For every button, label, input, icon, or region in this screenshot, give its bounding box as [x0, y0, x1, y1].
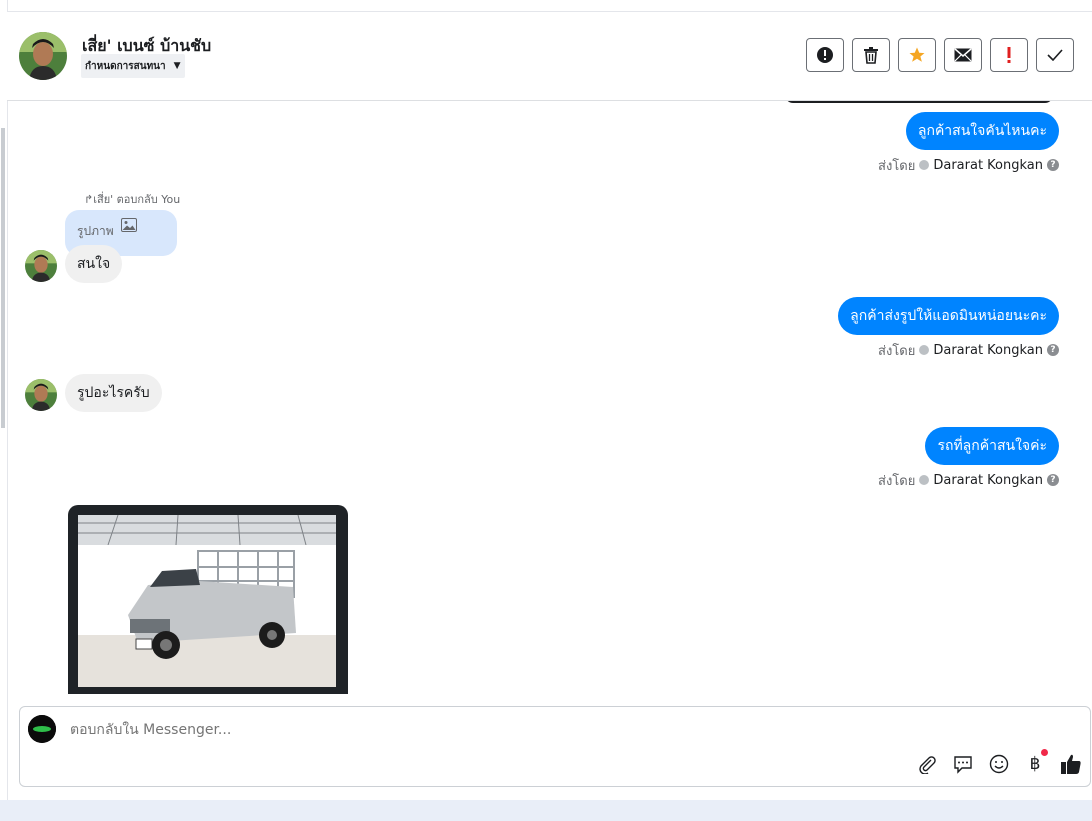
outgoing-message: ลูกค้าสนใจคันไหนคะ	[905, 112, 1059, 150]
contact-avatar-small[interactable]	[25, 379, 57, 411]
quoted-text: รูปภาพ	[77, 224, 114, 238]
delete-button[interactable]	[852, 38, 890, 72]
sent-by-info: ส่งโดย Dararat Kongkan ?	[878, 341, 1059, 359]
help-icon[interactable]: ?	[1047, 159, 1059, 171]
message-thread[interactable]: ลูกค้าสนใจคันไหนคะ ส่งโดย Dararat Kongka…	[7, 101, 1088, 694]
reply-composer: ฿	[19, 706, 1091, 787]
like-button[interactable]	[1060, 753, 1082, 775]
shared-photo-attachment[interactable]	[68, 505, 348, 694]
emoji-icon	[989, 754, 1009, 774]
paperclip-icon	[919, 756, 936, 774]
sent-by-info: ส่งโดย Dararat Kongkan ?	[878, 471, 1059, 489]
sent-by-label: ส่งโดย	[878, 473, 916, 489]
help-icon[interactable]: ?	[1047, 344, 1059, 356]
emoji-button[interactable]	[988, 753, 1010, 775]
agent-name: Dararat Kongkan	[933, 472, 1043, 488]
star-button[interactable]	[898, 38, 936, 72]
composer-tools: ฿	[916, 749, 1082, 775]
saved-replies-button[interactable]	[952, 753, 974, 775]
caret-down-icon: ▼	[173, 61, 181, 71]
envelope-icon	[954, 48, 972, 62]
delivered-check-icon	[919, 475, 930, 485]
sent-by-label: ส่งโดย	[878, 158, 916, 174]
contact-avatar-small[interactable]	[25, 250, 57, 282]
agent-name: Dararat Kongkan	[933, 342, 1043, 358]
help-icon[interactable]: ?	[1047, 474, 1059, 486]
conversation-header: เสี่ย' เบนซ์ บ้านชับ กำหนดการสนทนา ▼	[7, 12, 1092, 101]
exclamation-circle-icon	[817, 47, 833, 63]
incoming-message: รูปอะไรครับ	[65, 374, 162, 412]
notification-dot	[1041, 749, 1048, 756]
reply-arrow-icon: ↱	[84, 193, 94, 206]
tag-label: กำหนดการสนทนา	[85, 60, 166, 72]
pickup-truck-photo	[78, 514, 336, 687]
saved-reply-icon	[954, 756, 972, 774]
previous-message-bubble	[785, 101, 1053, 103]
reply-input[interactable]	[68, 721, 972, 739]
done-button[interactable]	[1036, 38, 1074, 72]
trash-icon	[864, 47, 878, 64]
incoming-message: สนใจ	[65, 245, 123, 283]
page-avatar	[28, 715, 56, 743]
scroll-thumb[interactable]	[1, 128, 5, 428]
outgoing-message: รถที่ลูกค้าสนใจค่ะ	[925, 427, 1059, 465]
star-icon	[909, 47, 925, 62]
report-button[interactable]	[806, 38, 844, 72]
contact-avatar[interactable]	[19, 32, 67, 80]
page-footer	[0, 800, 1092, 821]
thumbs-up-icon	[1061, 754, 1081, 774]
mark-unread-button[interactable]	[944, 38, 982, 72]
important-button[interactable]	[990, 38, 1028, 72]
header-actions	[806, 38, 1074, 72]
delivered-check-icon	[919, 345, 930, 355]
check-icon	[1047, 49, 1063, 61]
baht-icon: ฿	[1029, 754, 1041, 774]
agent-name: Dararat Kongkan	[933, 157, 1043, 173]
sent-by-label: ส่งโดย	[878, 343, 916, 359]
attach-button[interactable]	[916, 753, 938, 775]
sent-by-info: ส่งโดย Dararat Kongkan ?	[878, 156, 1059, 174]
payment-button[interactable]: ฿	[1024, 749, 1048, 775]
image-icon	[121, 218, 137, 232]
outgoing-message: ลูกค้าส่งรูปให้แอดมินหน่อยนะคะ	[838, 297, 1059, 335]
conversation-tag-dropdown[interactable]: กำหนดการสนทนา ▼	[81, 54, 185, 78]
reply-context-label: ↱เสี่ย' ตอบกลับ You	[84, 193, 181, 206]
delivered-check-icon	[919, 160, 930, 170]
exclamation-icon	[1007, 47, 1011, 63]
